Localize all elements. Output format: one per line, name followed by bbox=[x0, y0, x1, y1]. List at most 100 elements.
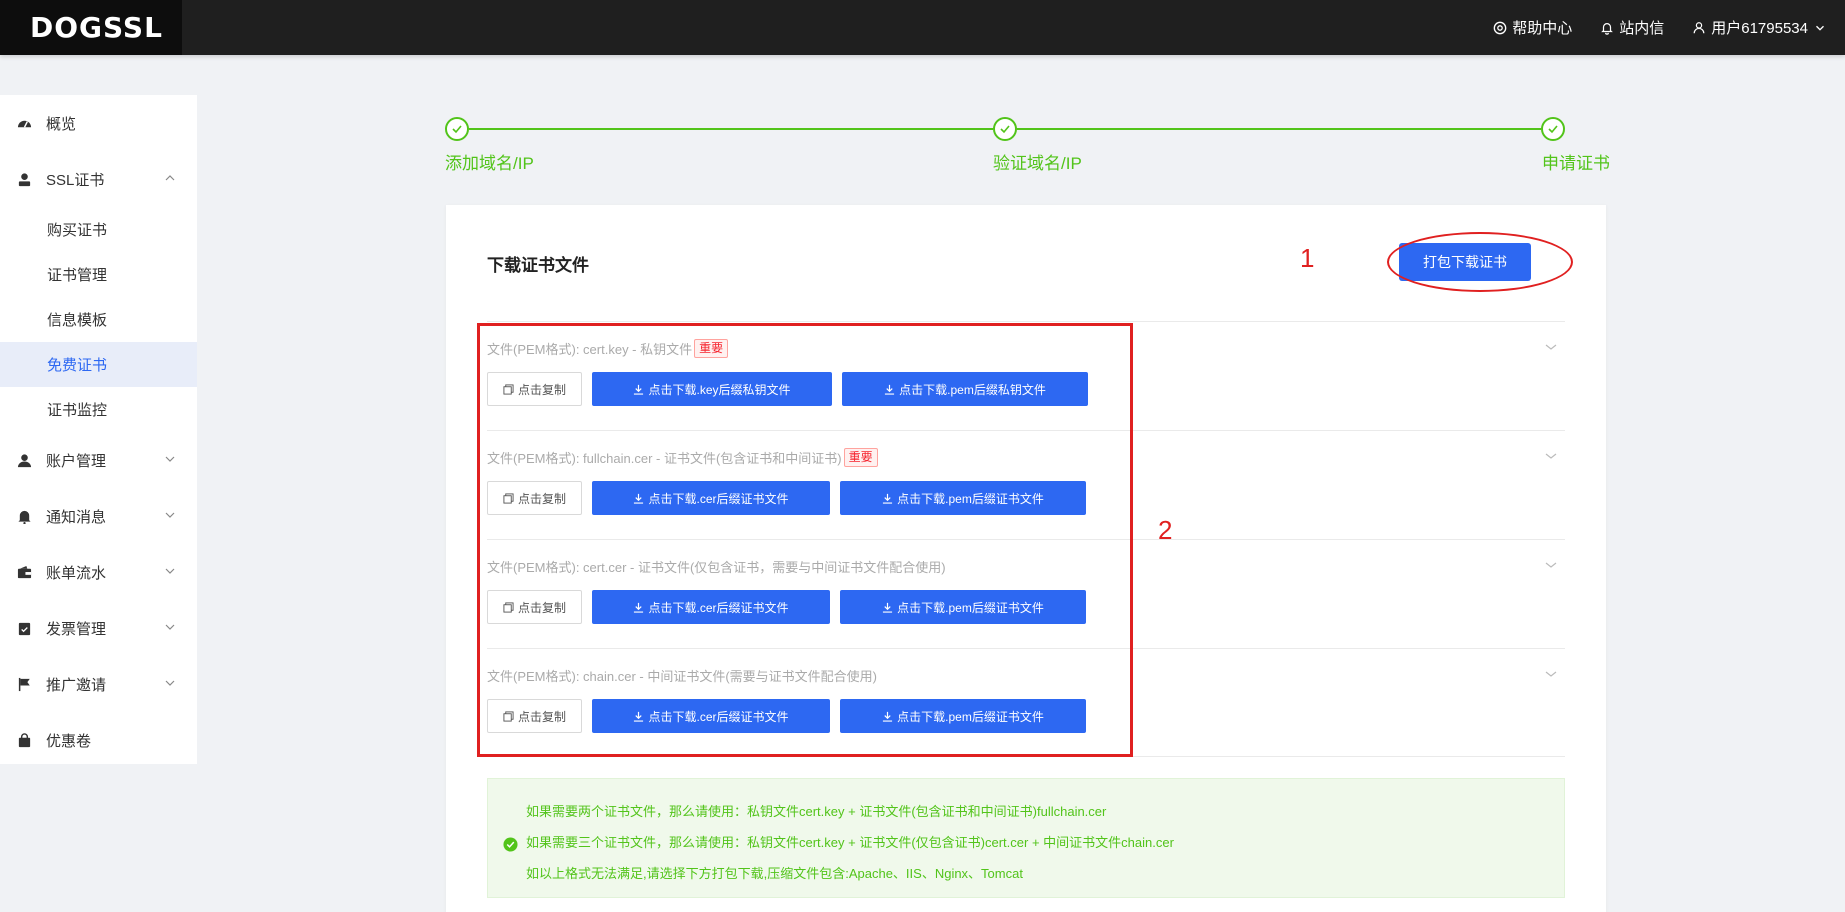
file-row: 文件(PEM格式): chain.cer - 中间证书文件(需要与证书文件配合使… bbox=[487, 648, 1565, 757]
tip-box: 如果需要两个证书文件，那么请使用：私钥文件cert.key + 证书文件(包含证… bbox=[487, 778, 1565, 898]
file-row: 文件(PEM格式): cert.cer - 证书文件(仅包含证书，需要与中间证书… bbox=[487, 539, 1565, 648]
person-icon bbox=[17, 453, 32, 468]
sidebar-item-notify[interactable]: 通知消息 bbox=[0, 488, 197, 544]
copy-icon bbox=[503, 601, 514, 613]
file-label: 文件(PEM格式): chain.cer - 中间证书文件(需要与证书文件配合使… bbox=[487, 669, 878, 684]
help-center-link[interactable]: 帮助中心 bbox=[1493, 17, 1572, 38]
top-nav: 帮助中心 站内信 用户61795534 bbox=[1493, 0, 1827, 55]
step-done-icon bbox=[993, 117, 1017, 141]
messages-link[interactable]: 站内信 bbox=[1600, 17, 1664, 38]
chevron-down-icon[interactable] bbox=[1545, 342, 1557, 352]
chevron-down-icon[interactable] bbox=[1545, 669, 1557, 679]
sidebar-item-label: 推广邀请 bbox=[46, 676, 107, 694]
copy-icon bbox=[503, 383, 514, 395]
sidebar-item-label: SSL证书 bbox=[46, 171, 105, 189]
step-connector bbox=[469, 128, 993, 130]
shopping-bag-icon bbox=[17, 732, 32, 748]
copy-button[interactable]: 点击复制 bbox=[487, 590, 582, 624]
chevron-down-icon bbox=[1816, 25, 1824, 31]
step-connector bbox=[1017, 128, 1541, 130]
sidebar-item-cert-manage[interactable]: 证书管理 bbox=[0, 252, 197, 297]
sidebar-item-ssl[interactable]: SSL证书 bbox=[0, 151, 197, 207]
download-icon bbox=[883, 602, 893, 613]
download-pem-button[interactable]: 点击下载.pem后缀证书文件 bbox=[840, 699, 1086, 733]
download-pem-key-button[interactable]: 点击下载.pem后缀私钥文件 bbox=[842, 372, 1088, 406]
card-title: 下载证书文件 bbox=[487, 256, 589, 275]
file-label: 文件(PEM格式): cert.cer - 证书文件(仅包含证书，需要与中间证书… bbox=[487, 560, 946, 575]
pack-download-button[interactable]: 打包下载证书 bbox=[1399, 243, 1531, 281]
download-icon bbox=[634, 384, 644, 395]
dashboard-icon bbox=[17, 116, 32, 131]
bell-icon bbox=[1601, 22, 1614, 35]
help-center-label: 帮助中心 bbox=[1512, 20, 1573, 37]
file-label: 文件(PEM格式): fullchain.cer - 证书文件(包含证书和中间证… bbox=[487, 448, 878, 467]
sidebar-item-free-cert[interactable]: 免费证书 bbox=[0, 342, 197, 387]
sidebar-item-billing[interactable]: 账单流水 bbox=[0, 544, 197, 600]
copy-button[interactable]: 点击复制 bbox=[487, 481, 582, 515]
top-bar: DOGSSL 帮助中心 站内信 用户61795534 bbox=[0, 0, 1845, 55]
download-icon bbox=[883, 711, 893, 722]
step-label-verify-domain: 验证域名/IP bbox=[993, 154, 1082, 173]
user-name: 用户61795534 bbox=[1711, 20, 1808, 37]
chevron-down-icon bbox=[165, 680, 175, 686]
clipboard-check-icon bbox=[17, 621, 32, 636]
chevron-down-icon bbox=[165, 456, 175, 462]
download-cer-button[interactable]: 点击下载.cer后缀证书文件 bbox=[592, 590, 830, 624]
download-icon bbox=[883, 493, 893, 504]
sidebar-item-label: 发票管理 bbox=[46, 620, 107, 638]
copy-icon bbox=[503, 710, 514, 722]
step-done-icon bbox=[445, 117, 469, 141]
chevron-down-icon bbox=[165, 512, 175, 518]
copy-button[interactable]: 点击复制 bbox=[487, 372, 582, 406]
user-menu[interactable]: 用户61795534 bbox=[1692, 17, 1827, 38]
important-badge: 重要 bbox=[843, 448, 878, 467]
chevron-up-icon bbox=[165, 175, 175, 181]
copy-button[interactable]: 点击复制 bbox=[487, 699, 582, 733]
bell-icon bbox=[17, 509, 32, 524]
flag-icon bbox=[17, 677, 32, 692]
sidebar-item-overview[interactable]: 概览 bbox=[0, 95, 197, 151]
annotation-number-1: 1 bbox=[1300, 243, 1315, 273]
logo[interactable]: DOGSSL bbox=[0, 0, 182, 55]
tip-line: 如果需要三个证书文件，那么请使用：私钥文件cert.key + 证书文件(仅包含… bbox=[526, 835, 1174, 850]
chevron-down-icon[interactable] bbox=[1545, 451, 1557, 461]
download-icon bbox=[634, 493, 644, 504]
sidebar-item-coupon[interactable]: 优惠卷 bbox=[0, 712, 197, 768]
download-icon bbox=[634, 602, 644, 613]
sidebar-item-label: 账户管理 bbox=[46, 452, 107, 470]
sidebar-item-label: 优惠卷 bbox=[46, 732, 92, 750]
sidebar-item-label: 概览 bbox=[46, 115, 77, 133]
sidebar-item-label: 账单流水 bbox=[46, 564, 107, 582]
sidebar-item-buy-cert[interactable]: 购买证书 bbox=[0, 207, 197, 252]
wallet-icon bbox=[17, 565, 32, 580]
download-cer-button[interactable]: 点击下载.cer后缀证书文件 bbox=[592, 699, 830, 733]
check-circle-icon bbox=[503, 837, 518, 852]
file-label: 文件(PEM格式): cert.key - 私钥文件 重要 bbox=[487, 339, 729, 358]
chevron-down-icon bbox=[165, 624, 175, 630]
sidebar-item-info-template[interactable]: 信息模板 bbox=[0, 297, 197, 342]
user-icon bbox=[1693, 21, 1705, 33]
download-icon bbox=[634, 711, 644, 722]
important-badge: 重要 bbox=[694, 339, 729, 358]
step-label-add-domain: 添加域名/IP bbox=[445, 154, 534, 173]
sidebar-item-cert-monitor[interactable]: 证书监控 bbox=[0, 387, 197, 432]
download-icon bbox=[885, 384, 895, 395]
progress-steps: 添加域名/IP 验证域名/IP 申请证书 bbox=[445, 115, 1610, 175]
download-pem-button[interactable]: 点击下载.pem后缀证书文件 bbox=[840, 481, 1086, 515]
download-key-button[interactable]: 点击下载.key后缀私钥文件 bbox=[592, 372, 832, 406]
step-label-apply-cert: 申请证书 bbox=[1542, 154, 1610, 173]
sidebar-item-account[interactable]: 账户管理 bbox=[0, 432, 197, 488]
annotation-number-2: 2 bbox=[1158, 515, 1173, 545]
sidebar-item-label: 通知消息 bbox=[46, 508, 107, 526]
step-done-icon bbox=[1541, 117, 1565, 141]
file-row: 文件(PEM格式): fullchain.cer - 证书文件(包含证书和中间证… bbox=[487, 430, 1565, 539]
download-pem-button[interactable]: 点击下载.pem后缀证书文件 bbox=[840, 590, 1086, 624]
person-icon bbox=[17, 172, 32, 187]
sidebar-item-invoice[interactable]: 发票管理 bbox=[0, 600, 197, 656]
sidebar: 概览 SSL证书 购买证书 证书管理 信息模板 免费证书 证书监控 账户管理 通… bbox=[0, 95, 197, 764]
tip-line: 如以上格式无法满足,请选择下方打包下载,压缩文件包含:Apache、IIS、Ng… bbox=[526, 866, 1023, 881]
chevron-down-icon[interactable] bbox=[1545, 560, 1557, 570]
chevron-down-icon bbox=[165, 568, 175, 574]
download-cer-button[interactable]: 点击下载.cer后缀证书文件 bbox=[592, 481, 830, 515]
sidebar-item-promo[interactable]: 推广邀请 bbox=[0, 656, 197, 712]
